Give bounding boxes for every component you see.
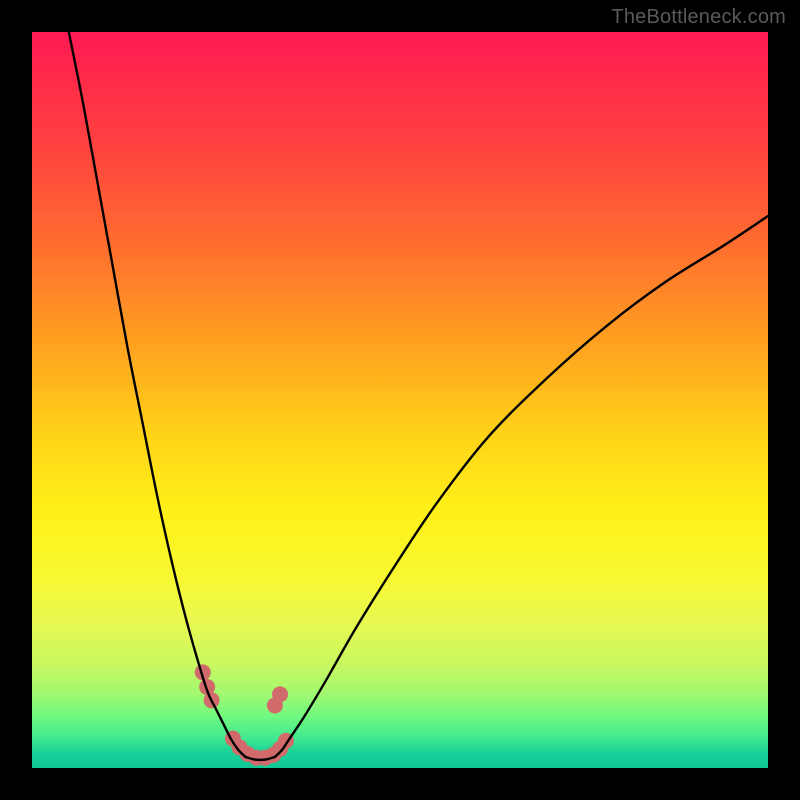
right-curve <box>275 216 768 757</box>
plot-area <box>32 32 768 768</box>
data-marker <box>272 686 288 702</box>
watermark-text: TheBottleneck.com <box>611 6 786 29</box>
marker-group <box>195 664 294 765</box>
chart-frame: TheBottleneck.com <box>0 0 800 800</box>
curves-svg <box>32 32 768 768</box>
left-curve <box>69 32 246 757</box>
